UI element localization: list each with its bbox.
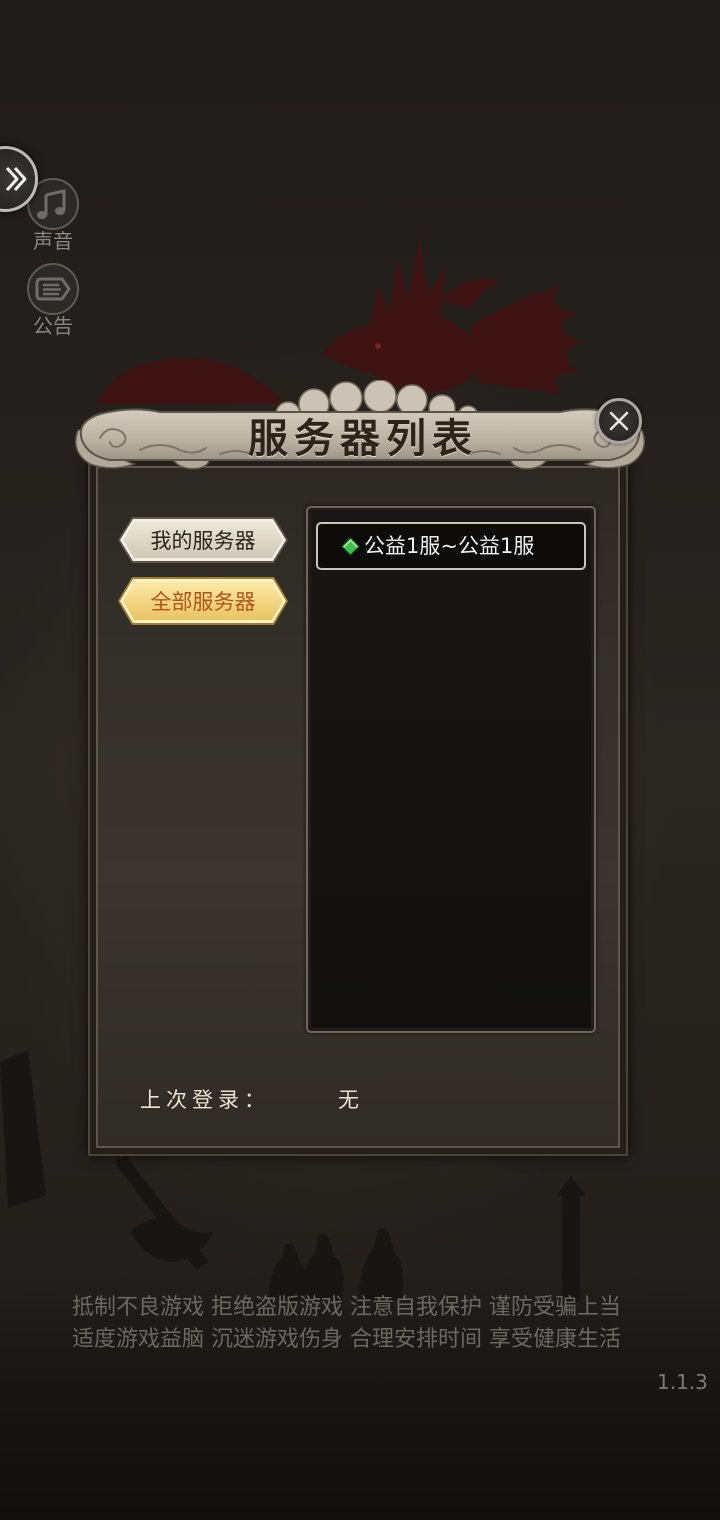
- announcement-button[interactable]: [27, 263, 79, 315]
- green-diamond-icon: [341, 537, 360, 556]
- announcement-label: 公告: [33, 314, 73, 338]
- health-notice-line-2: 适度游戏益脑 沉迷游戏伤身 合理安排时间 享受健康生活: [72, 1327, 621, 1352]
- version-label: 1.1.3: [657, 1370, 708, 1394]
- announcement-list-icon: [35, 277, 71, 301]
- sound-label: 声音: [33, 229, 73, 253]
- double-chevron-icon: [5, 166, 27, 192]
- server-list-item[interactable]: 公益1服~公益1服: [316, 522, 586, 570]
- last-login-label: 上次登录：: [140, 1088, 270, 1112]
- server-name: 公益1服~公益1服: [364, 534, 535, 558]
- server-list[interactable]: 公益1服~公益1服: [306, 506, 596, 1033]
- close-button[interactable]: [596, 398, 642, 444]
- dialog-title: 服务器列表: [248, 415, 478, 462]
- tab-all-servers[interactable]: 全部服务器: [118, 577, 288, 625]
- dragon-silhouette: [96, 236, 582, 404]
- dragon-eye: [375, 343, 381, 349]
- health-notice-line-1: 抵制不良游戏 拒绝盗版游戏 注意自我保护 谨防受骗上当: [72, 1295, 621, 1320]
- close-icon: [609, 411, 629, 431]
- tab-label: 全部服务器: [150, 590, 256, 614]
- tab-my-servers[interactable]: 我的服务器: [118, 517, 288, 563]
- tab-label: 我的服务器: [150, 529, 256, 553]
- last-login-value: 无: [338, 1088, 359, 1112]
